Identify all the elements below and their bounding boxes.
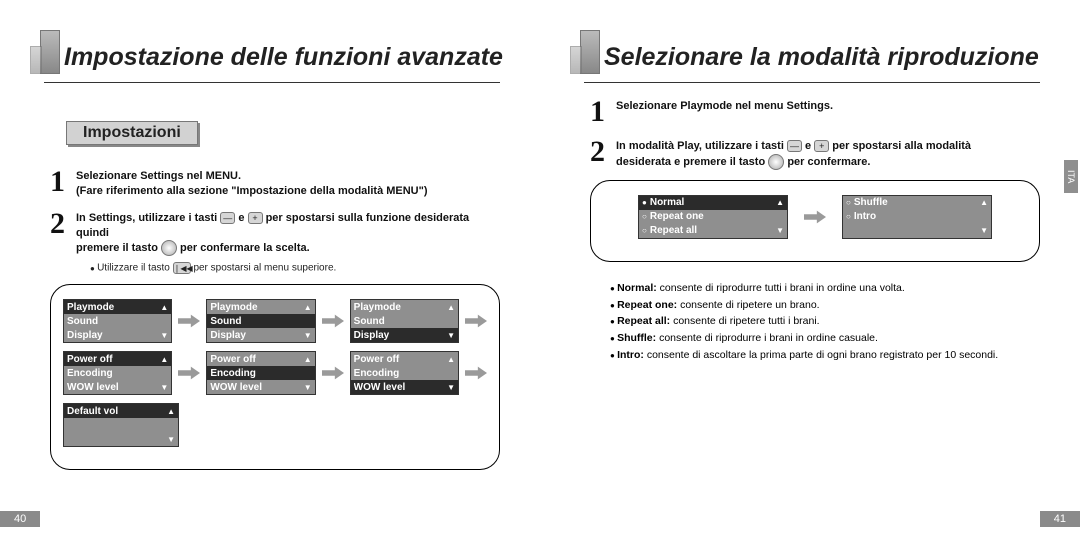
and-word: e [805, 140, 811, 152]
plus-icon: + [248, 212, 263, 224]
step-2-d: per confermare la scelta. [180, 242, 310, 254]
menu-row: Playmode▲ Sound Display▼ Playmode▲ Sound… [63, 299, 487, 343]
desc-normal: Normal: consente di riprodurre tutti i b… [610, 280, 1040, 297]
menu-item: Encoding [354, 368, 455, 379]
step-number: 2 [50, 209, 76, 257]
menu-item: Power off [354, 354, 447, 365]
settings-panel: Playmode▲ Sound Display▼ Playmode▲ Sound… [50, 284, 500, 470]
playmode-item: Intro [854, 211, 988, 222]
menu-item: Sound [210, 316, 311, 327]
language-tab: ITA [1064, 160, 1078, 193]
step-1-line-a: Selezionare Settings nel MENU. [76, 170, 241, 182]
playmode-panel: ●Normal▲ ○Repeat one ○Repeat all▼ ○Shuff… [590, 180, 1040, 262]
page-title-right: Selezionare la modalità riproduzione [604, 43, 1039, 72]
step-2-c: premere il tasto [76, 242, 158, 254]
confirm-icon [768, 154, 784, 170]
arrow-icon [322, 312, 344, 330]
step-1-line-b: (Fare riferimento alla sezione "Impostaz… [76, 185, 428, 197]
lcd-screen: Playmode▲ Sound Display▼ [63, 299, 172, 343]
title-block-left: Impostazione delle funzioni avanzate [30, 30, 530, 74]
title-rule [44, 82, 500, 83]
menu-item: WOW level [67, 382, 160, 393]
step-1-left: 1 Selezionare Settings nel MENU. (Fare r… [50, 167, 500, 199]
desc-repeat-one: Repeat one: consente di ripetere un bran… [610, 297, 1040, 314]
plus-icon: + [814, 140, 829, 152]
playmode-item: Normal [650, 197, 776, 208]
step-1-right: 1 Selezionare Playmode nel menu Settings… [590, 97, 1040, 127]
note-left: Utilizzare il tasto ❘◀◀ per spostarsi al… [90, 262, 500, 274]
menu-item: Sound [354, 316, 455, 327]
arrow-icon [322, 364, 344, 382]
confirm-icon [161, 240, 177, 256]
arrow-icon [465, 364, 487, 382]
menu-item: Power off [210, 354, 303, 365]
menu-item: Playmode [210, 302, 303, 313]
rewind-icon: ❘◀◀ [173, 262, 191, 274]
menu-item: Display [67, 330, 160, 341]
section-heading: Impostazioni [66, 121, 198, 145]
lcd-screen: Default vol▲ ▼ [63, 403, 179, 447]
title-block-right: Selezionare la modalità riproduzione [570, 30, 1070, 74]
menu-item: Encoding [67, 368, 168, 379]
page-title-left: Impostazione delle funzioni avanzate [64, 43, 503, 72]
lcd-screen: Power off▲ Encoding WOW level▼ [206, 351, 315, 395]
playmode-item: Repeat one [650, 211, 784, 222]
minus-icon: — [787, 140, 802, 152]
step-2-left: 2 In Settings, utilizzare i tasti — e + … [50, 209, 500, 257]
step-2-a: In Settings, utilizzare i tasti [76, 212, 217, 224]
arrow-icon [465, 312, 487, 330]
desc-intro: Intro: consente di ascoltare la prima pa… [610, 347, 1040, 364]
desc-shuffle: Shuffle: consente di riprodurre i brani … [610, 330, 1040, 347]
menu-item: Sound [67, 316, 168, 327]
menu-item: Power off [67, 354, 160, 365]
menu-row: Power off▲ Encoding WOW level▼ Power off… [63, 351, 487, 395]
title-ornament [30, 30, 58, 74]
arrow-icon [804, 208, 826, 226]
page-left: Impostazione delle funzioni avanzate Imp… [0, 0, 540, 539]
note-b: per spostarsi al menu superiore. [193, 263, 336, 274]
title-rule [584, 82, 1040, 83]
menu-item: Playmode [67, 302, 160, 313]
page-number-right: 41 [1040, 511, 1080, 527]
arrow-icon [178, 364, 200, 382]
menu-item: Display [210, 330, 303, 341]
arrow-icon [178, 312, 200, 330]
menu-item: Encoding [210, 368, 311, 379]
playmode-descriptions: Normal: consente di riprodurre tutti i b… [610, 280, 1040, 364]
note-a: Utilizzare il tasto [97, 263, 170, 274]
playmode-item: Repeat all [650, 225, 776, 236]
playmode-item: Shuffle [854, 197, 980, 208]
step-2-right: 2 In modalità Play, utilizzare i tasti —… [590, 137, 1040, 170]
lcd-screen: Playmode▲ Sound Display▼ [206, 299, 315, 343]
step-2d: per confermare. [787, 156, 870, 168]
step-2a: In modalità Play, utilizzare i tasti [616, 140, 784, 152]
menu-item: Default vol [67, 406, 167, 417]
step-number: 1 [590, 97, 616, 127]
menu-item: Display [354, 330, 447, 341]
step-number: 2 [590, 137, 616, 170]
lcd-screen: Playmode▲ Sound Display▼ [350, 299, 459, 343]
lcd-screen: Power off▲ Encoding WOW level▼ [350, 351, 459, 395]
minus-icon: — [220, 212, 235, 224]
step-2b: per spostarsi alla modalità [832, 140, 971, 152]
page-number-left: 40 [0, 511, 40, 527]
step-1-text: Selezionare Playmode nel menu Settings. [616, 100, 833, 112]
desc-repeat-all: Repeat all: consente di ripetere tutti i… [610, 313, 1040, 330]
step-2c: desiderata e premere il tasto [616, 156, 765, 168]
page-right: Selezionare la modalità riproduzione 1 S… [540, 0, 1080, 539]
title-ornament [570, 30, 598, 74]
lcd-screen: Power off▲ Encoding WOW level▼ [63, 351, 172, 395]
menu-row: Default vol▲ ▼ [63, 403, 487, 447]
lcd-screen: ●Normal▲ ○Repeat one ○Repeat all▼ [638, 195, 788, 239]
step-number: 1 [50, 167, 76, 199]
lcd-screen: ○Shuffle▲ ○Intro ▼ [842, 195, 992, 239]
menu-item: WOW level [210, 382, 303, 393]
menu-item: WOW level [354, 382, 447, 393]
menu-item: Playmode [354, 302, 447, 313]
